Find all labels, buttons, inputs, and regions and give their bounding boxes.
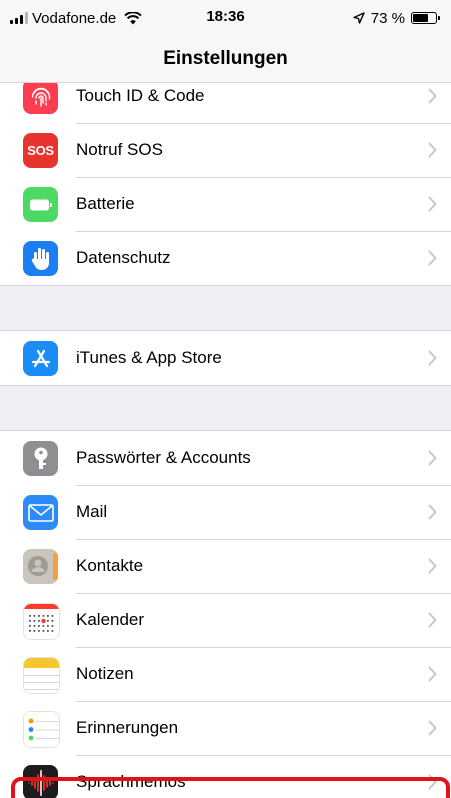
settings-row-label: Sprachmemos xyxy=(76,772,186,791)
icon-text: SOS xyxy=(27,143,54,158)
settings-row-app-store[interactable]: iTunes & App Store xyxy=(0,331,451,385)
settings-group: Passwörter & Accounts Mail Kontakte Kalende… xyxy=(0,430,451,798)
sos-icon: SOS xyxy=(23,133,58,168)
reminders-icon xyxy=(23,711,60,748)
settings-row-label: Notizen xyxy=(76,664,134,683)
chevron-right-icon xyxy=(428,774,437,795)
battery-percentage: 73 % xyxy=(370,9,405,27)
contacts-icon xyxy=(23,549,58,584)
battery-icon xyxy=(23,187,58,222)
page-title: Einstellungen xyxy=(163,48,288,69)
settings-list[interactable]: Touch ID & Code SOS Notruf SOS Batterie Date… xyxy=(0,83,451,798)
chevron-right-icon xyxy=(428,450,437,471)
chevron-right-icon xyxy=(428,142,437,163)
status-right: 73 % xyxy=(353,8,440,28)
chevron-right-icon xyxy=(428,250,437,271)
fingerprint-icon xyxy=(23,83,58,114)
chevron-right-icon xyxy=(428,350,437,371)
status-bar: Vodafone.de 18:36 73 % xyxy=(0,0,451,36)
settings-row-label: Notruf SOS xyxy=(76,140,163,159)
chevron-right-icon xyxy=(428,612,437,633)
settings-group: iTunes & App Store xyxy=(0,330,451,386)
chevron-right-icon xyxy=(428,720,437,741)
location-arrow-icon xyxy=(353,12,365,24)
settings-row-label: Datenschutz xyxy=(76,248,171,267)
chevron-right-icon xyxy=(428,88,437,109)
app-store-icon xyxy=(23,341,58,376)
settings-row-fingerprint[interactable]: Touch ID & Code xyxy=(0,83,451,123)
settings-row-label: iTunes & App Store xyxy=(76,348,222,367)
settings-row-label: Touch ID & Code xyxy=(76,86,205,105)
settings-row-mail[interactable]: Mail xyxy=(0,485,451,539)
settings-row-key[interactable]: Passwörter & Accounts xyxy=(0,431,451,485)
settings-row-label: Kalender xyxy=(76,610,145,629)
settings-group: Touch ID & Code SOS Notruf SOS Batterie Date… xyxy=(0,83,451,286)
chevron-right-icon xyxy=(428,504,437,525)
navigation-bar: Einstellungen xyxy=(0,36,451,83)
voice-memos-icon xyxy=(23,765,58,798)
chevron-right-icon xyxy=(428,558,437,579)
settings-row-voice-memos[interactable]: Sprachmemos xyxy=(0,755,451,798)
key-icon xyxy=(23,441,58,476)
battery-status-icon xyxy=(411,12,440,24)
battery-fill xyxy=(413,14,428,22)
hand-icon xyxy=(23,241,58,276)
settings-row-label: Mail xyxy=(76,502,108,521)
settings-row-label: Erinnerungen xyxy=(76,718,179,737)
chevron-right-icon xyxy=(428,196,437,217)
settings-row-notes[interactable]: Notizen xyxy=(0,647,451,701)
chevron-right-icon xyxy=(428,666,437,687)
settings-row-reminders[interactable]: Erinnerungen xyxy=(0,701,451,755)
settings-row-label: Passwörter & Accounts xyxy=(76,448,251,467)
settings-row-sos[interactable]: SOS Notruf SOS xyxy=(0,123,451,177)
settings-row-hand[interactable]: Datenschutz xyxy=(0,231,451,285)
settings-row-contacts[interactable]: Kontakte xyxy=(0,539,451,593)
settings-row-battery[interactable]: Batterie xyxy=(0,177,451,231)
settings-row-label: Batterie xyxy=(76,194,135,213)
mail-icon xyxy=(23,495,58,530)
notes-icon xyxy=(23,657,60,694)
settings-row-calendar[interactable]: Kalender xyxy=(0,593,451,647)
calendar-icon xyxy=(23,603,60,640)
settings-row-label: Kontakte xyxy=(76,556,144,575)
